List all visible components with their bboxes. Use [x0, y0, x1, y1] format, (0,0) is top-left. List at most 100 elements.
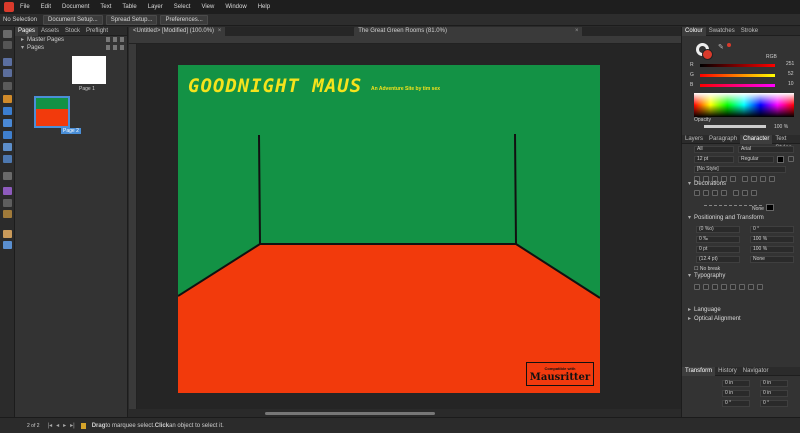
page1-thumbnail[interactable]	[72, 56, 106, 84]
baseline-shift-select[interactable]: None	[750, 256, 794, 263]
menu-file[interactable]: File	[20, 4, 30, 10]
typo-button[interactable]	[712, 284, 718, 290]
decoration-1-button[interactable]	[694, 190, 700, 196]
g-value[interactable]: 52	[788, 71, 794, 77]
document-setup-button[interactable]: Document Setup...	[43, 14, 103, 25]
document-page[interactable]: GOODNIGHT MAUS An Adventure Site by tim …	[178, 65, 600, 393]
text-highlight-swatch[interactable]	[788, 156, 794, 162]
tab-navigator[interactable]: Navigator	[740, 367, 772, 376]
skew-field[interactable]: 0 °	[750, 226, 794, 233]
close-icon[interactable]: ×	[575, 28, 579, 34]
tab-paragraph[interactable]: Paragraph	[706, 135, 740, 144]
opacity-slider[interactable]	[704, 125, 766, 128]
character-style-select[interactable]: [No Style]	[694, 166, 786, 173]
rectangle-tool-icon[interactable]	[3, 107, 12, 115]
transform-rotate-field[interactable]: 0 °	[722, 400, 750, 407]
vertical-ruler[interactable]	[129, 44, 137, 409]
optical-alignment-section[interactable]: ▸ Optical Alignment	[682, 315, 800, 324]
r-slider[interactable]	[700, 64, 775, 67]
decoration-colour-swatch[interactable]	[766, 204, 774, 211]
b-value[interactable]: 10	[788, 81, 794, 87]
tab-stroke[interactable]: Stroke	[738, 27, 761, 36]
move-tool-icon[interactable]	[3, 30, 12, 38]
font-style-select[interactable]: Regular	[738, 156, 774, 163]
leading-field[interactable]: (12.4 pt)	[696, 256, 740, 263]
tab-pages[interactable]: Pages	[15, 26, 39, 36]
typo-button[interactable]	[721, 284, 727, 290]
transform-y-field[interactable]: 0 in	[722, 390, 750, 397]
close-icon[interactable]: ×	[218, 28, 222, 34]
tab-stock[interactable]: Stock	[62, 27, 83, 36]
kerning-field[interactable]: 0 pt	[696, 246, 740, 253]
menu-document[interactable]: Document	[62, 4, 89, 10]
tab-swatches[interactable]: Swatches	[706, 27, 738, 36]
fill-swatch[interactable]	[702, 49, 713, 60]
crop-tool-icon[interactable]	[3, 172, 12, 180]
transform-shear-field[interactable]: 0 °	[760, 400, 788, 407]
b-slider[interactable]	[700, 84, 775, 87]
decoration-2-button[interactable]	[703, 190, 709, 196]
doc-tab-green-rooms[interactable]: The Great Green Rooms (81.0%) ×	[354, 27, 583, 36]
menu-edit[interactable]: Edit	[41, 4, 51, 10]
font-family-select[interactable]: Arial	[738, 146, 794, 153]
frame-text-tool-icon[interactable]	[3, 58, 12, 66]
tab-colour[interactable]: Colour	[682, 26, 706, 36]
node-tool-icon[interactable]	[3, 41, 12, 49]
decoration-3-button[interactable]	[712, 190, 718, 196]
hand-tool-icon[interactable]	[3, 230, 12, 238]
doc-tab-untitled[interactable]: <Untitled> [Modified] (100.0%) ×	[129, 27, 226, 36]
tab-transform[interactable]: Transform	[682, 366, 716, 376]
typography-section[interactable]: ▾ Typography	[682, 272, 800, 281]
prev-page-icon[interactable]: ◂	[56, 422, 59, 429]
preferences-button[interactable]: Preferences...	[160, 14, 208, 25]
pen-tool-icon[interactable]	[3, 95, 12, 103]
tab-layers[interactable]: Layers	[682, 135, 706, 144]
typo-button[interactable]	[739, 284, 745, 290]
text-colour-swatch[interactable]	[777, 156, 784, 163]
scrollbar-thumb[interactable]	[265, 412, 435, 415]
r-value[interactable]: 251	[786, 61, 794, 67]
decoration-7-button[interactable]	[751, 190, 757, 196]
next-page-icon[interactable]: ▸	[63, 422, 66, 429]
g-slider[interactable]	[700, 74, 775, 77]
table-tool-icon[interactable]	[3, 69, 12, 77]
colour-model-select[interactable]: RGB	[766, 54, 777, 60]
tab-assets[interactable]: Assets	[38, 27, 62, 36]
opacity-value[interactable]: 100 %	[774, 124, 788, 130]
horizontal-ruler[interactable]	[129, 36, 681, 44]
decoration-5-button[interactable]	[733, 190, 739, 196]
color-picker-icon[interactable]	[3, 210, 12, 218]
font-size-field[interactable]: 12 pt	[694, 156, 734, 163]
hscale-field[interactable]: 100 %	[750, 236, 794, 243]
colour-spectrum[interactable]	[694, 93, 794, 117]
decoration-6-button[interactable]	[742, 190, 748, 196]
baseline-field[interactable]: (0 %o)	[696, 226, 740, 233]
page2-thumbnail[interactable]	[34, 96, 70, 128]
app-icon[interactable]	[4, 2, 14, 12]
shape-tool-icon[interactable]	[3, 119, 12, 127]
positioning-section[interactable]: ▾ Positioning and Transform	[682, 214, 800, 223]
transform-w-field[interactable]: 0 in	[760, 380, 788, 387]
master-pages-row[interactable]: ▸ Master Pages	[15, 36, 127, 44]
first-page-icon[interactable]: |◂	[48, 422, 53, 429]
tracking-field[interactable]: 0 ‰	[696, 236, 740, 243]
typo-button[interactable]	[703, 284, 709, 290]
menu-table[interactable]: Table	[122, 4, 136, 10]
menu-help[interactable]: Help	[258, 4, 270, 10]
picture-frame-tool-icon[interactable]	[3, 143, 12, 151]
transparency-tool-icon[interactable]	[3, 199, 12, 207]
tab-history[interactable]: History	[715, 367, 740, 376]
image-frame-tool-icon[interactable]	[3, 155, 12, 163]
typo-button[interactable]	[694, 284, 700, 290]
eyedropper-icon[interactable]: ✎	[718, 43, 724, 51]
artistic-text-tool-icon[interactable]	[3, 82, 12, 90]
typo-button[interactable]	[748, 284, 754, 290]
tab-preflight[interactable]: Preflight	[83, 27, 111, 36]
ellipse-tool-icon[interactable]	[3, 131, 12, 139]
menu-window[interactable]: Window	[225, 4, 246, 10]
pages-row[interactable]: ▾ Pages	[15, 44, 127, 52]
vscale-field[interactable]: 100 %	[750, 246, 794, 253]
typo-button[interactable]	[730, 284, 736, 290]
menu-select[interactable]: Select	[174, 4, 191, 10]
language-section[interactable]: ▸ Language	[682, 306, 800, 315]
